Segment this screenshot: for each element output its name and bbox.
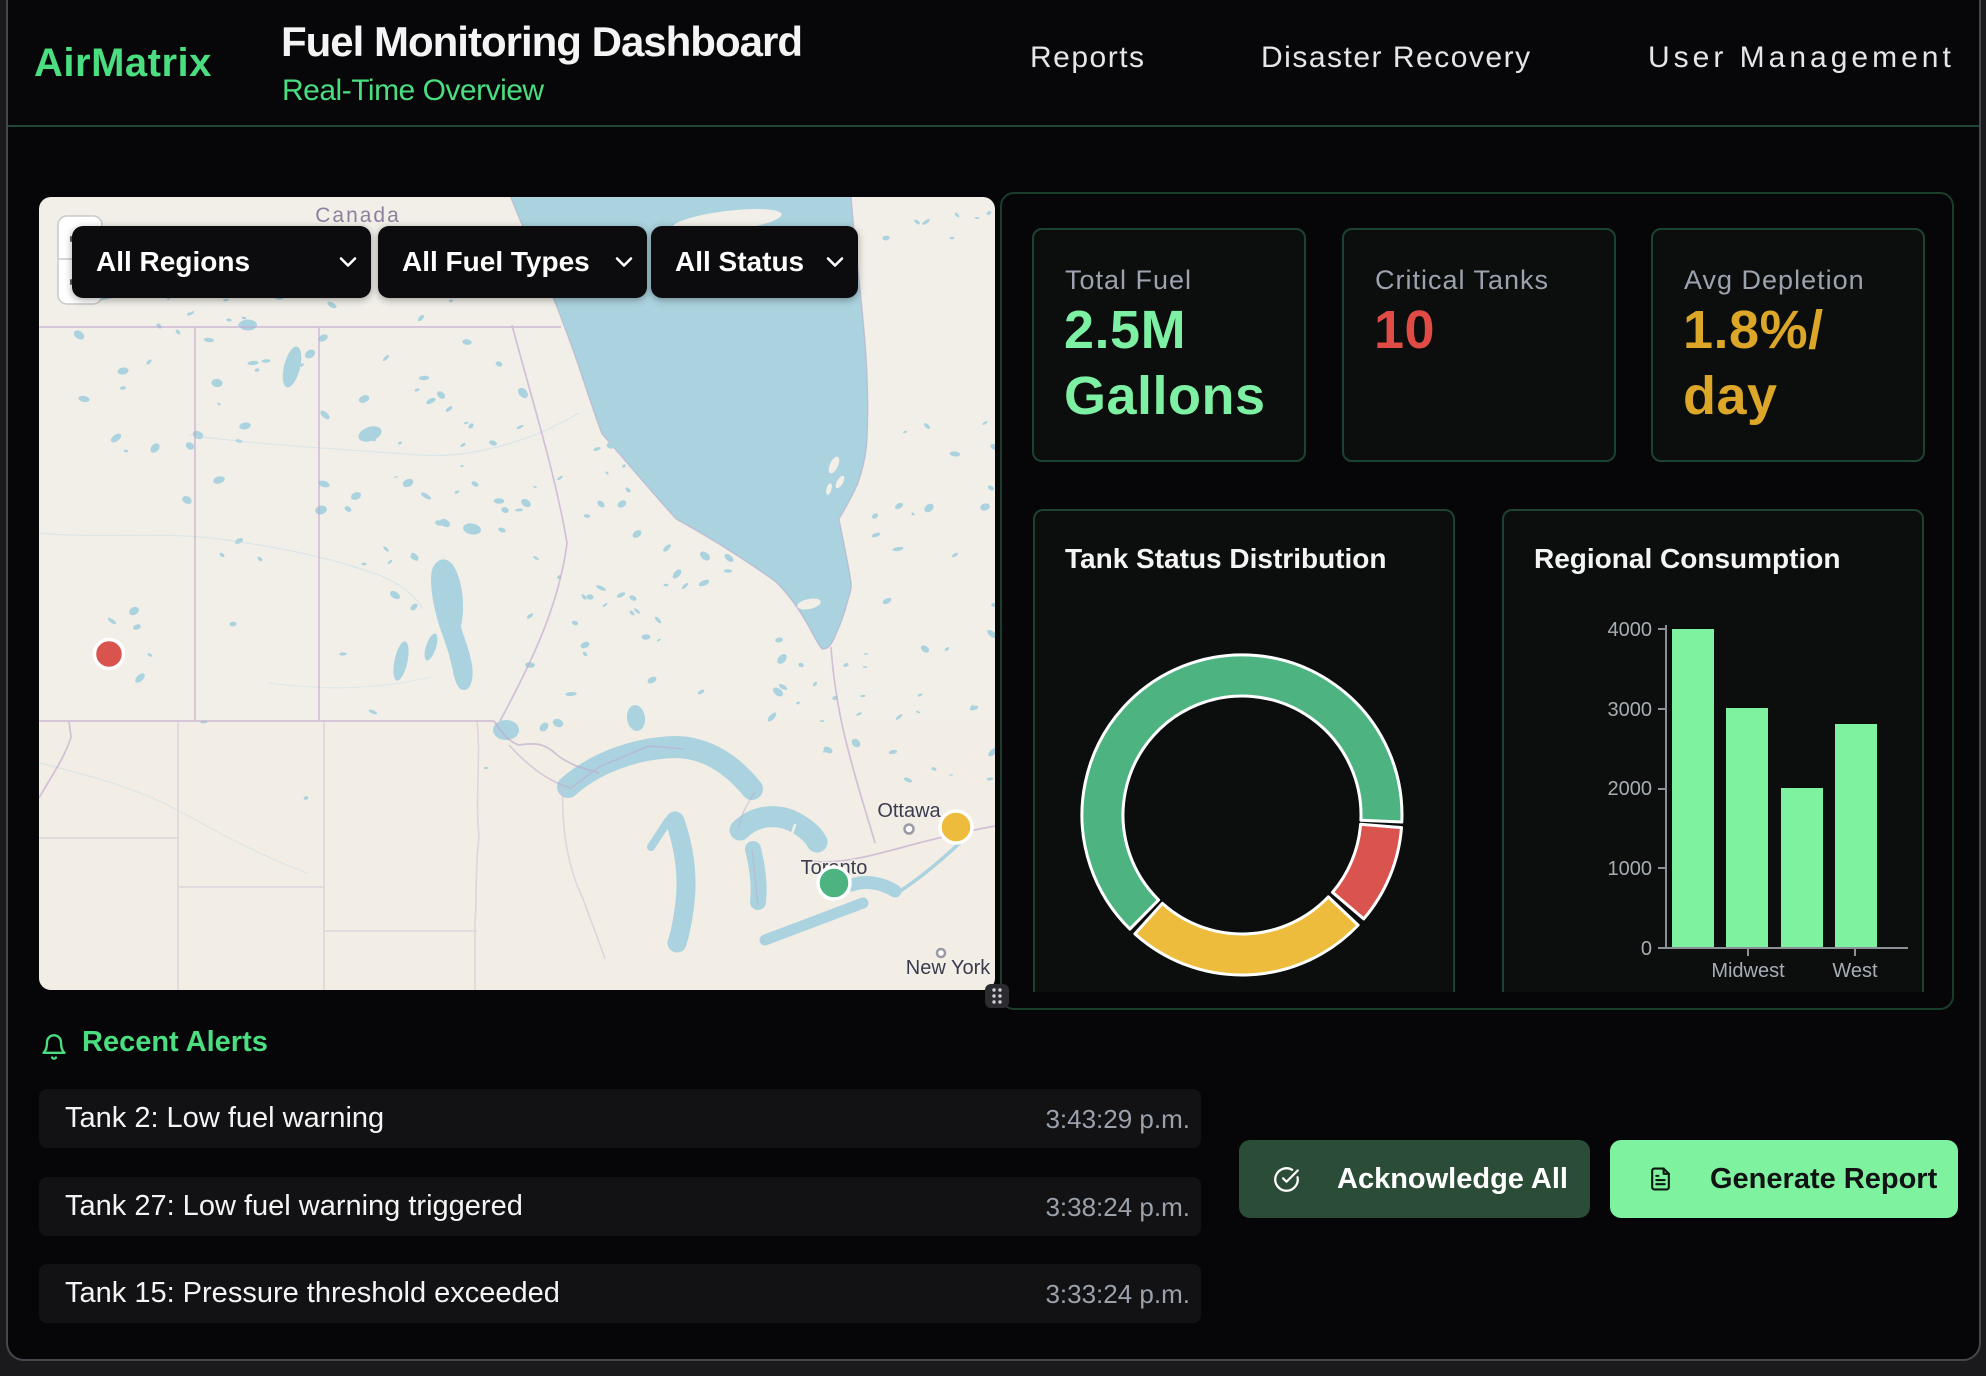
svg-text:Ottawa: Ottawa [877,800,941,822]
svg-text:3000: 3000 [1608,699,1653,721]
svg-text:4000: 4000 [1608,619,1653,641]
svg-text:1000: 1000 [1608,858,1653,880]
svg-text:0: 0 [1641,938,1652,960]
svg-text:Canada: Canada [315,204,401,227]
svg-text:West: West [1832,960,1878,982]
svg-text:New York: New York [906,957,991,979]
svg-text:2000: 2000 [1608,778,1653,800]
svg-text:Midwest: Midwest [1711,960,1785,982]
